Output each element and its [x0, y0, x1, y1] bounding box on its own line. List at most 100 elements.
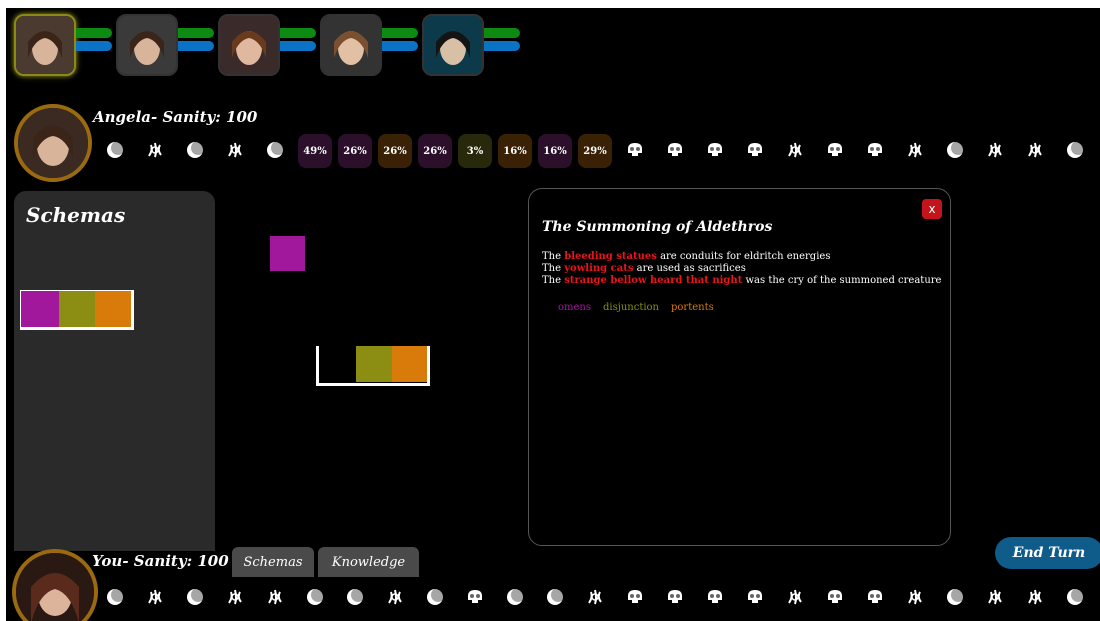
opponent-card-row: 49% 26% 26% 26% 3% 16% 16% 29% [98, 134, 1098, 170]
moon-card[interactable] [178, 134, 212, 168]
skull-card[interactable] [698, 581, 732, 615]
tentacle-card[interactable] [778, 581, 812, 615]
percent-card[interactable]: 29% [578, 134, 612, 168]
tag-disjunction[interactable]: disjunction [603, 302, 659, 313]
tentacle-card[interactable] [778, 134, 812, 168]
character-portrait[interactable] [422, 14, 484, 76]
moon-card[interactable] [98, 134, 132, 168]
percent-card[interactable]: 26% [378, 134, 412, 168]
moon-card[interactable] [938, 581, 972, 615]
face-icon [16, 16, 74, 74]
tentacle-card[interactable] [218, 581, 252, 615]
character-portrait[interactable] [116, 14, 178, 76]
board-slot-group[interactable] [316, 346, 430, 386]
face-icon [16, 553, 94, 621]
skull-card[interactable] [658, 581, 692, 615]
player-card-row [98, 581, 1098, 617]
highlight-text[interactable]: bleeding statues [564, 251, 657, 262]
skull-icon [625, 140, 645, 163]
health-bar [280, 28, 316, 38]
skull-card[interactable] [458, 581, 492, 615]
tag-omens[interactable]: omens [558, 302, 591, 313]
sanity-bars [484, 28, 520, 54]
tentacle-card[interactable] [578, 581, 612, 615]
moon-card[interactable] [938, 134, 972, 168]
modal-lines: The bleeding statues are conduits for el… [542, 251, 941, 287]
tentacle-icon [985, 140, 1005, 163]
schema-swatch[interactable] [20, 290, 134, 330]
skull-icon [745, 140, 765, 163]
sanity-bars [76, 28, 112, 54]
player-portrait [12, 549, 98, 621]
percent-card[interactable]: 3% [458, 134, 492, 168]
skull-icon [465, 587, 485, 610]
tentacle-icon [1025, 140, 1045, 163]
schemas-title: Schemas [26, 203, 126, 227]
moon-card[interactable] [1058, 581, 1092, 615]
skull-card[interactable] [858, 581, 892, 615]
game-board: Angela- Sanity: 100 49% 26% 26% 26% 3% 16% 16%… [6, 8, 1100, 621]
knowledge-modal: x The Summoning of Aldethros The bleedin… [528, 188, 951, 546]
character-portrait[interactable] [218, 14, 280, 76]
moon-card[interactable] [98, 581, 132, 615]
moon-icon [945, 587, 965, 610]
tag-portents[interactable]: portents [671, 302, 714, 313]
tentacle-card[interactable] [978, 134, 1012, 168]
percent-card[interactable]: 26% [418, 134, 452, 168]
percent-card[interactable]: 16% [498, 134, 532, 168]
moon-icon [185, 140, 205, 163]
board-card-purple[interactable] [270, 236, 305, 271]
tentacle-card[interactable] [898, 134, 932, 168]
close-button[interactable]: x [922, 199, 942, 219]
tentacle-icon [145, 587, 165, 610]
modal-tags: omens disjunction portents [558, 302, 726, 313]
skull-card[interactable] [738, 581, 772, 615]
skull-card[interactable] [818, 134, 852, 168]
character-portrait[interactable] [14, 14, 76, 76]
skull-card[interactable] [618, 134, 652, 168]
skull-card[interactable] [658, 134, 692, 168]
skull-icon [745, 587, 765, 610]
moon-icon [505, 587, 525, 610]
highlight-text[interactable]: yowling cats [564, 263, 633, 274]
tentacle-card[interactable] [258, 581, 292, 615]
moon-card[interactable] [178, 581, 212, 615]
tentacle-card[interactable] [898, 581, 932, 615]
percent-card[interactable]: 16% [538, 134, 572, 168]
moon-icon [105, 587, 125, 610]
schemas-panel: Schemas [14, 191, 215, 551]
tentacle-card[interactable] [138, 581, 172, 615]
moon-card[interactable] [418, 581, 452, 615]
moon-card[interactable] [538, 581, 572, 615]
tentacle-icon [225, 140, 245, 163]
skull-card[interactable] [618, 581, 652, 615]
tentacle-card[interactable] [1018, 134, 1052, 168]
skull-icon [865, 140, 885, 163]
tab-knowledge[interactable]: Knowledge [318, 547, 419, 577]
character-portrait[interactable] [320, 14, 382, 76]
skull-icon [825, 140, 845, 163]
tentacle-card[interactable] [218, 134, 252, 168]
skull-card[interactable] [698, 134, 732, 168]
moon-card[interactable] [338, 581, 372, 615]
moon-card[interactable] [498, 581, 532, 615]
moon-icon [945, 140, 965, 163]
tab-schemas[interactable]: Schemas [232, 547, 314, 577]
percent-card[interactable]: 26% [338, 134, 372, 168]
moon-card[interactable] [298, 581, 332, 615]
sanity-bars [178, 28, 214, 54]
skull-card[interactable] [738, 134, 772, 168]
player-sanity-label: You- Sanity: 100 [92, 552, 229, 570]
skull-card[interactable] [858, 134, 892, 168]
sanity-bar [76, 41, 112, 51]
tentacle-card[interactable] [378, 581, 412, 615]
percent-card[interactable]: 49% [298, 134, 332, 168]
tentacle-card[interactable] [1018, 581, 1052, 615]
moon-card[interactable] [258, 134, 292, 168]
end-turn-button[interactable]: End Turn [995, 537, 1100, 569]
tentacle-card[interactable] [138, 134, 172, 168]
skull-card[interactable] [818, 581, 852, 615]
highlight-text[interactable]: strange bellow heard that night [564, 275, 742, 286]
tentacle-card[interactable] [978, 581, 1012, 615]
moon-card[interactable] [1058, 134, 1092, 168]
